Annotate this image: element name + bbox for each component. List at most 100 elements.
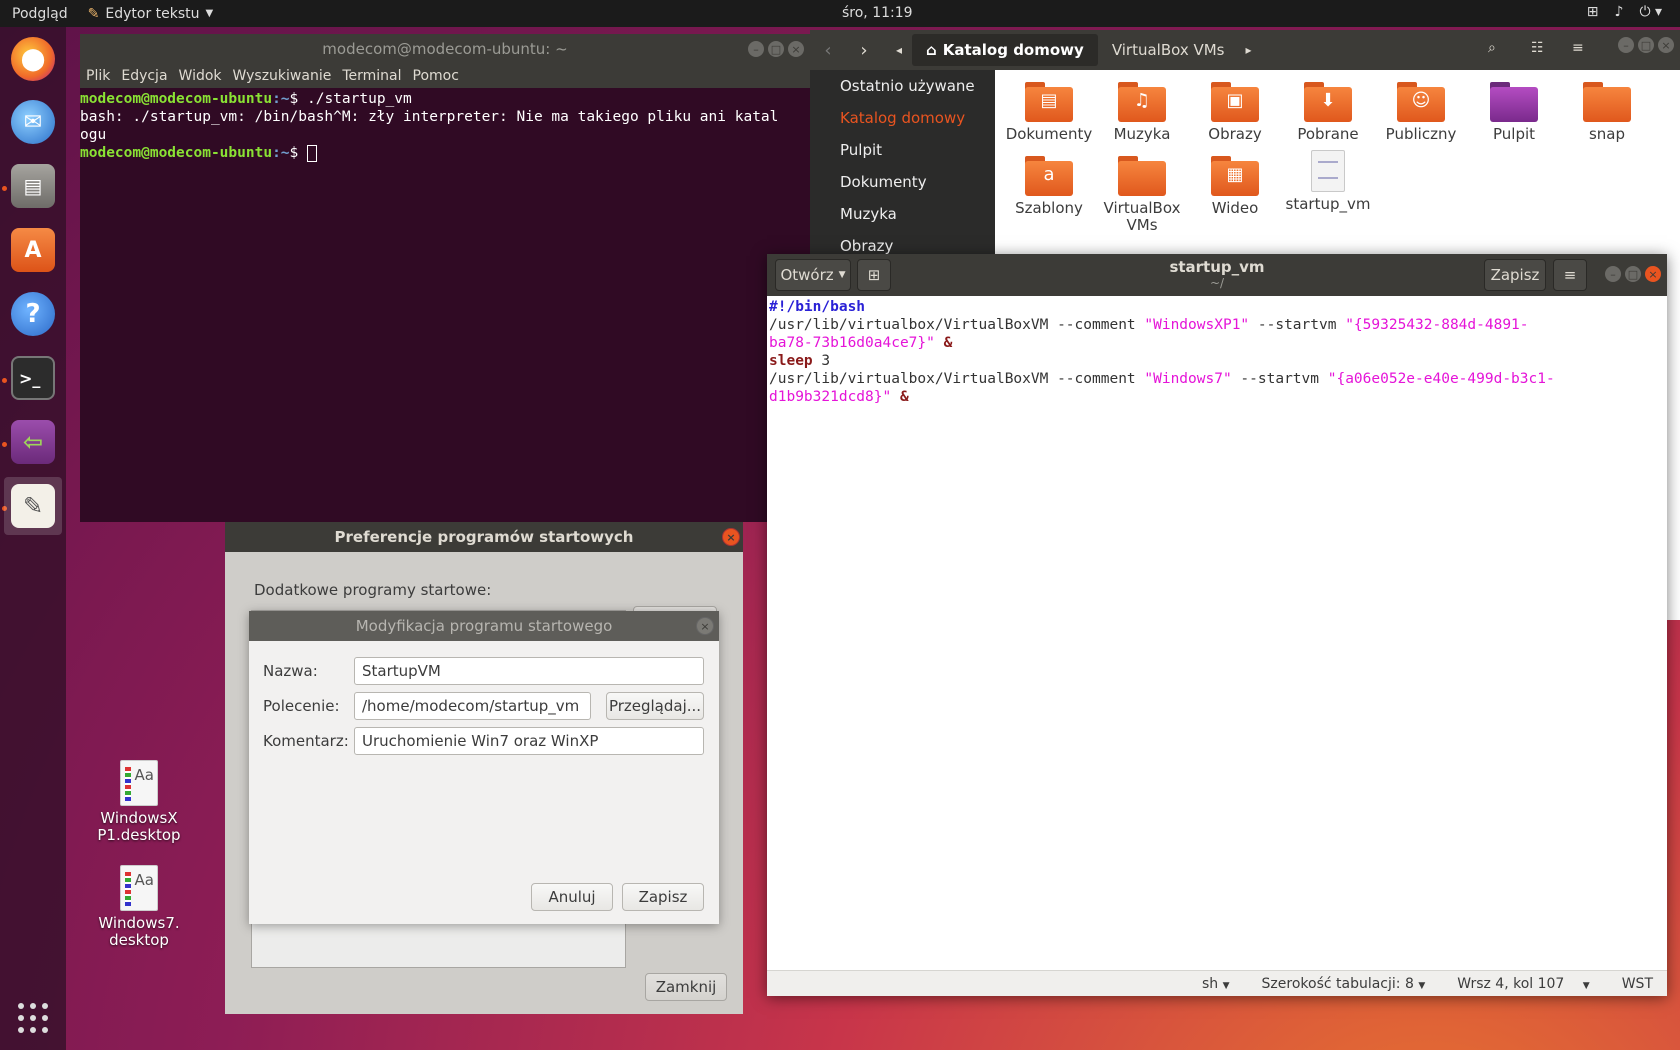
code-line: d1b9b321dcd8}" & (769, 389, 909, 405)
dialog-title: Modyfikacja programu startowego (355, 617, 613, 635)
command-field[interactable]: /home/modecom/startup_vm (354, 692, 591, 720)
tab-width-selector[interactable]: Szerokość tabulacji: 8 ▼ (1262, 976, 1426, 992)
startup-programs-label: Dodatkowe programy startowe: (254, 581, 492, 599)
maximize-button[interactable]: □ (768, 41, 784, 57)
code-editor[interactable]: #!/bin/bash/usr/lib/virtualbox/VirtualBo… (767, 296, 1667, 406)
comment-field[interactable]: Uruchomienie Win7 oraz WinXP (354, 727, 704, 755)
window-controls: – □ × (1605, 266, 1661, 282)
language-selector[interactable]: sh ▼ (1202, 976, 1230, 992)
folder-item[interactable]: ⬇ Pobrane (1280, 82, 1376, 143)
close-button[interactable]: × (722, 528, 740, 546)
terminal-menubar: Plik Edycja Widok Wyszukiwanie Terminal … (80, 64, 810, 88)
maximize-button[interactable]: □ (1638, 37, 1654, 53)
menu-search[interactable]: Wyszukiwanie (233, 68, 332, 84)
folder-item[interactable]: snap (1559, 82, 1655, 143)
minimize-button[interactable]: – (1618, 37, 1634, 53)
folder-label: VirtualBox VMs (1103, 199, 1181, 234)
terminal-window: modecom@modecom-ubuntu: ~ – □ × Plik Edy… (80, 34, 810, 522)
files-launcher[interactable]: ▤ (4, 157, 62, 215)
firefox-launcher[interactable]: ⬤ (4, 30, 62, 88)
search-icon[interactable]: ⌕ (1488, 40, 1496, 56)
thunderbird-icon: ✉ (11, 100, 55, 144)
save-button[interactable]: Zapisz (1484, 259, 1546, 291)
app-menu[interactable]: ✎ Edytor tekstu ▼ (88, 6, 214, 22)
folder-pictures-icon: ▣ (1211, 82, 1259, 122)
terminal-launcher[interactable]: >_ (4, 349, 62, 407)
folder-item[interactable]: ☺ Publiczny (1373, 82, 1469, 143)
file-item[interactable]: startup_vm (1280, 150, 1376, 213)
software-launcher[interactable]: A (4, 221, 62, 279)
sidebar-item-home[interactable]: Katalog domowy (810, 102, 995, 134)
back-button[interactable]: ‹ (810, 40, 846, 61)
help-icon: ? (11, 292, 55, 336)
folder-item[interactable]: ▣ Obrazy (1187, 82, 1283, 143)
folder-label: Dokumenty (1005, 125, 1093, 143)
folder-item[interactable]: ▤ Dokumenty (1001, 82, 1097, 143)
path-right-arrow[interactable]: ▸ (1239, 43, 1259, 57)
window-controls: – □ × (748, 41, 804, 57)
folder-item[interactable]: Pulpit (1466, 82, 1562, 143)
sidebar-item-recent[interactable]: Ostatnio używane (810, 70, 995, 102)
startup-apps-launcher[interactable]: ⇦ (4, 413, 62, 471)
folder-downloads-icon: ⬇ (1304, 82, 1352, 122)
close-button[interactable]: × (1658, 37, 1674, 53)
path-vbox-button[interactable]: VirtualBox VMs (1098, 34, 1239, 66)
clock[interactable]: śro, 11:19 (842, 5, 913, 21)
window-controls: – □ × (1618, 37, 1674, 53)
hamburger-menu-button[interactable]: ≡ (1553, 259, 1587, 291)
text-editor-launcher[interactable]: ✎ (4, 477, 62, 535)
desktop-file-icon: Aa (120, 760, 158, 806)
menu-icon[interactable]: ≡ (1572, 40, 1584, 56)
dialog-titlebar: Preferencje programów startowych × (225, 522, 743, 552)
forward-button[interactable]: › (846, 40, 882, 61)
desktop-file-windows7[interactable]: Aa Windows7. desktop (84, 865, 194, 949)
cancel-button[interactable]: Anuluj (531, 883, 613, 911)
path-home-button[interactable]: ⌂ Katalog domowy (912, 34, 1098, 66)
thunderbird-launcher[interactable]: ✉ (4, 93, 62, 151)
terminal-output[interactable]: modecom@modecom-ubuntu:~$ ./startup_vm b… (80, 88, 810, 162)
text-editor-icon: ✎ (87, 5, 100, 22)
folder-vbox-icon (1118, 156, 1166, 196)
menu-help[interactable]: Pomoc (413, 68, 459, 84)
menu-file[interactable]: Plik (86, 68, 110, 84)
chevron-down-icon: ▼ (1582, 980, 1590, 991)
maximize-button[interactable]: □ (1625, 266, 1641, 282)
save-button[interactable]: Zapisz (622, 883, 704, 911)
desktop-file-label: desktop (109, 931, 169, 949)
sidebar-item-music[interactable]: Muzyka (810, 198, 995, 230)
folder-item[interactable]: VirtualBox VMs (1094, 156, 1190, 234)
file-label: startup_vm (1285, 195, 1371, 213)
folder-documents-icon: ▤ (1025, 82, 1073, 122)
close-button[interactable]: × (788, 41, 804, 57)
text-file-icon (1311, 150, 1345, 192)
minimize-button[interactable]: – (748, 41, 764, 57)
close-button[interactable]: × (696, 617, 714, 635)
menu-view[interactable]: Widok (179, 68, 222, 84)
folder-item[interactable]: ▦ Wideo (1187, 156, 1283, 217)
view-options-icon[interactable]: ☷ (1531, 40, 1544, 56)
cursor-position[interactable]: Wrsz 4, kol 107 ▼ (1457, 976, 1589, 992)
folder-label: Muzyka (1113, 125, 1171, 143)
sidebar-item-documents[interactable]: Dokumenty (810, 166, 995, 198)
network-icon[interactable]: ⊞ (1587, 4, 1599, 20)
name-field[interactable]: StartupVM (354, 657, 704, 685)
close-dialog-button[interactable]: Zamknij (645, 973, 727, 1001)
minimize-button[interactable]: – (1605, 266, 1621, 282)
path-left-arrow[interactable]: ◂ (886, 43, 912, 57)
chevron-down-icon: ▼ (205, 8, 214, 19)
browse-button[interactable]: Przeglądaj... (606, 692, 704, 720)
folder-item[interactable]: ♫ Muzyka (1094, 82, 1190, 143)
activities-button[interactable]: Podgląd (12, 6, 68, 22)
app-menu-label: Edytor tekstu (105, 5, 200, 22)
menu-edit[interactable]: Edycja (121, 68, 167, 84)
folder-item[interactable]: a Szablony (1001, 156, 1097, 217)
close-button[interactable]: × (1645, 266, 1661, 282)
desktop-file-windowsxp[interactable]: Aa WindowsX P1.desktop (84, 760, 194, 844)
volume-icon[interactable]: ♪ (1615, 4, 1624, 20)
folder-label: Publiczny (1385, 125, 1457, 143)
menu-terminal[interactable]: Terminal (342, 68, 401, 84)
help-launcher[interactable]: ? (4, 285, 62, 343)
show-applications-button[interactable] (4, 989, 62, 1047)
power-icon[interactable]: ⏻ ▾ (1639, 4, 1662, 20)
sidebar-item-desktop[interactable]: Pulpit (810, 134, 995, 166)
